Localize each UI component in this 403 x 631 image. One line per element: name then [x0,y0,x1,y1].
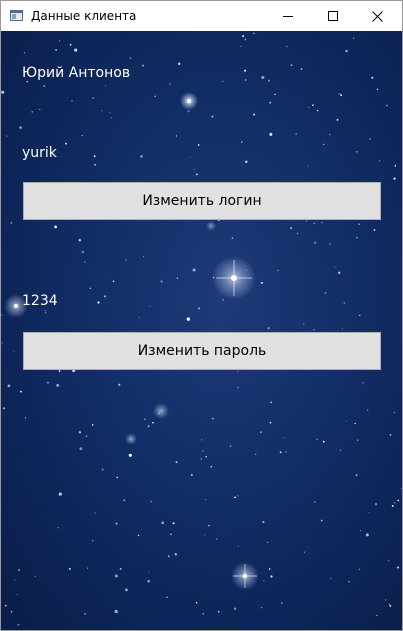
client-full-name: Юрий Антонов [22,65,131,81]
change-login-button[interactable]: Изменить логин [23,182,381,220]
starfield-background [1,32,402,626]
maximize-icon [327,11,338,21]
client-data-window: Данные клиента Юрий Антонов yurik Измени… [0,0,403,631]
client-area: Юрий Антонов yurik Изменить логин 1234 И… [1,31,402,630]
minimize-button[interactable] [265,1,310,31]
client-login: yurik [22,145,57,161]
change-password-button[interactable]: Изменить пароль [23,332,381,370]
close-button[interactable] [355,1,400,31]
maximize-button[interactable] [310,1,355,31]
client-password: 1234 [22,293,58,309]
close-icon [372,10,383,22]
title-bar[interactable]: Данные клиента [1,1,402,31]
minimize-icon [282,16,293,17]
app-window-icon [10,10,23,21]
window-title: Данные клиента [31,9,137,23]
